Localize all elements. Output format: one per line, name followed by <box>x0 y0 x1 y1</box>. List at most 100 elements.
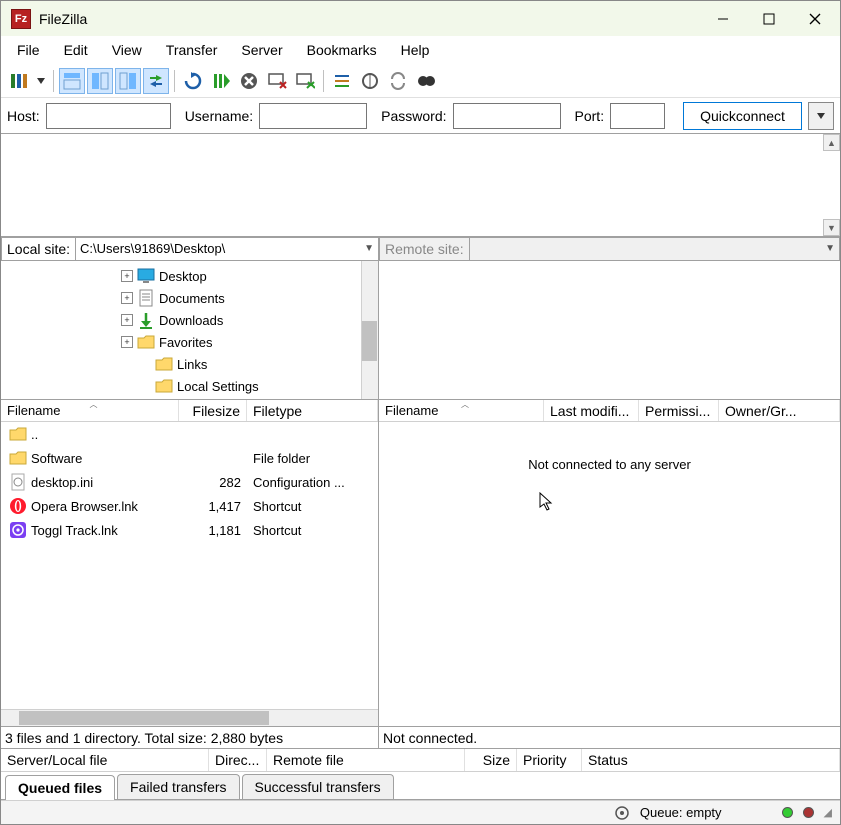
tree-expander-icon[interactable]: + <box>121 292 133 304</box>
tree-item-label: Documents <box>159 291 225 306</box>
local-site-path: C:\Users\91869\Desktop\ <box>80 241 225 256</box>
qcol-remote[interactable]: Remote file <box>267 749 465 771</box>
qcol-priority[interactable]: Priority <box>517 749 582 771</box>
col-remote-modified[interactable]: Last modifi... <box>544 400 639 421</box>
local-tree-scrollbar[interactable] <box>361 261 378 399</box>
file-type: Shortcut <box>247 499 378 514</box>
directory-compare-icon[interactable] <box>357 68 383 94</box>
tree-item[interactable]: Links <box>1 353 378 375</box>
tab-successful-transfers[interactable]: Successful transfers <box>242 774 394 799</box>
tree-item[interactable]: + Favorites <box>1 331 378 353</box>
file-row[interactable]: Opera Browser.lnk1,417Shortcut <box>1 494 378 518</box>
tree-expander-icon[interactable]: + <box>121 314 133 326</box>
file-type: Configuration ... <box>247 475 378 490</box>
log-scroll-up[interactable]: ▲ <box>823 134 840 151</box>
qcol-server[interactable]: Server/Local file <box>1 749 209 771</box>
file-name: .. <box>31 427 38 442</box>
file-row[interactable]: Toggl Track.lnk1,181Shortcut <box>1 518 378 542</box>
quickconnect-button[interactable]: Quickconnect <box>683 102 802 130</box>
menu-server[interactable]: Server <box>229 38 294 62</box>
remote-tree <box>379 261 840 400</box>
qcol-size[interactable]: Size <box>465 749 517 771</box>
remote-panel: Filename︿ Last modifi... Permissi... Own… <box>379 261 840 748</box>
file-row[interactable]: .. <box>1 422 378 446</box>
filter-icon[interactable] <box>329 68 355 94</box>
col-remote-filename[interactable]: Filename︿ <box>379 400 544 421</box>
qcol-status[interactable]: Status <box>582 749 840 771</box>
toggle-local-tree-icon[interactable] <box>87 68 113 94</box>
mouse-cursor-icon <box>539 492 555 512</box>
col-filename[interactable]: Filename︿ <box>1 400 179 421</box>
local-file-list[interactable]: .. Software File folder desktop.ini282Confi… <box>1 422 378 726</box>
file-row[interactable]: Software File folder <box>1 446 378 470</box>
reconnect-icon[interactable] <box>292 68 318 94</box>
tree-item-label: Desktop <box>159 269 207 284</box>
local-list-hscrollbar[interactable] <box>1 709 378 726</box>
qcol-direction[interactable]: Direc... <box>209 749 267 771</box>
port-input[interactable] <box>610 103 665 129</box>
search-icon[interactable] <box>413 68 439 94</box>
toggle-log-icon[interactable] <box>59 68 85 94</box>
site-manager-icon[interactable] <box>6 68 32 94</box>
tree-expander-icon[interactable]: + <box>121 270 133 282</box>
col-filetype[interactable]: Filetype <box>247 400 378 421</box>
site-manager-dropdown-icon[interactable] <box>34 68 48 94</box>
menu-view[interactable]: View <box>100 38 154 62</box>
remote-file-list: Not connected to any server <box>379 422 840 726</box>
remote-status: Not connected. <box>379 726 840 748</box>
host-input[interactable] <box>46 103 171 129</box>
close-button[interactable] <box>792 4 838 34</box>
tab-failed-transfers[interactable]: Failed transfers <box>117 774 239 799</box>
minimize-button[interactable] <box>700 4 746 34</box>
maximize-button[interactable] <box>746 4 792 34</box>
resize-grip-icon[interactable]: ◢ <box>824 806 832 819</box>
process-queue-icon[interactable] <box>208 68 234 94</box>
file-name: desktop.ini <box>31 475 93 490</box>
menu-bookmarks[interactable]: Bookmarks <box>295 38 389 62</box>
tree-item[interactable]: Local Settings <box>1 375 378 397</box>
username-input[interactable] <box>259 103 367 129</box>
menu-transfer[interactable]: Transfer <box>154 38 230 62</box>
statusbar: Queue: empty ◢ <box>1 800 840 824</box>
tree-item[interactable]: +Downloads <box>1 309 378 331</box>
cancel-icon[interactable] <box>236 68 262 94</box>
refresh-icon[interactable] <box>180 68 206 94</box>
main-area: +Desktop+Documents+Downloads+FavoritesLi… <box>1 261 840 748</box>
local-site-combo[interactable]: C:\Users\91869\Desktop\ ▼ <box>76 237 379 261</box>
local-status: 3 files and 1 directory. Total size: 2,8… <box>1 726 378 748</box>
folder-icon <box>9 425 27 443</box>
toggle-remote-tree-icon[interactable] <box>115 68 141 94</box>
remote-empty-message: Not connected to any server <box>528 457 691 472</box>
col-remote-owner[interactable]: Owner/Gr... <box>719 400 840 421</box>
password-input[interactable] <box>453 103 561 129</box>
folder-icon <box>9 449 27 467</box>
tree-item-label: Favorites <box>159 335 212 350</box>
disconnect-icon[interactable] <box>264 68 290 94</box>
tree-expander-icon[interactable]: + <box>121 336 133 348</box>
local-tree[interactable]: +Desktop+Documents+Downloads+FavoritesLi… <box>1 261 378 400</box>
tree-item[interactable]: + Desktop <box>1 265 378 287</box>
file-type: File folder <box>247 451 378 466</box>
titlebar: Fz FileZilla <box>1 1 840 36</box>
queue-header: Server/Local file Direc... Remote file S… <box>1 748 840 772</box>
message-log[interactable]: ▲ ▼ <box>1 134 840 237</box>
tree-item[interactable]: + Documents <box>1 287 378 309</box>
ini-icon <box>9 473 27 491</box>
file-name: Software <box>31 451 82 466</box>
quickconnect-history-dropdown[interactable] <box>808 102 834 130</box>
menu-help[interactable]: Help <box>389 38 442 62</box>
log-scroll-down[interactable]: ▼ <box>823 219 840 236</box>
col-remote-permissions[interactable]: Permissi... <box>639 400 719 421</box>
col-filesize[interactable]: Filesize <box>179 400 247 421</box>
folder-icon <box>155 377 173 395</box>
port-label: Port: <box>575 108 605 124</box>
toggle-queue-icon[interactable] <box>143 68 169 94</box>
sync-browse-icon[interactable] <box>385 68 411 94</box>
menu-file[interactable]: File <box>5 38 52 62</box>
local-list-header: Filename︿ Filesize Filetype <box>1 400 378 422</box>
status-led-green-icon <box>782 807 793 818</box>
file-row[interactable]: desktop.ini282Configuration ... <box>1 470 378 494</box>
tab-queued-files[interactable]: Queued files <box>5 775 115 800</box>
file-name: Opera Browser.lnk <box>31 499 138 514</box>
menu-edit[interactable]: Edit <box>52 38 100 62</box>
